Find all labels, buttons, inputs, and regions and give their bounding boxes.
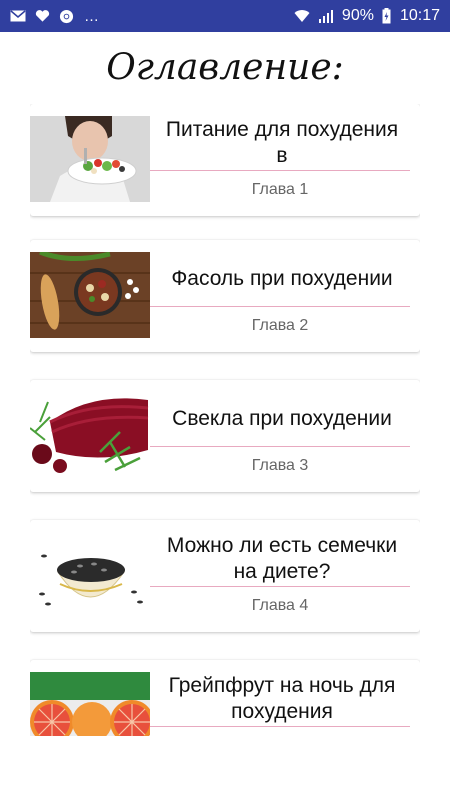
more-notifications: … [84, 7, 100, 25]
chapter-number: Глава 2 [251, 317, 309, 334]
chapter-card-5[interactable]: Грейпфрут на ночь для похудения [30, 660, 420, 736]
divider [150, 726, 410, 727]
chapter-card-body: Фасоль при похудении Глава 2 [150, 240, 420, 352]
bean-dish-image [30, 252, 150, 338]
chapter-card-4[interactable]: Можно ли есть семечки на диете? Глава 4 [30, 520, 420, 632]
woman-eating-salad-image [30, 116, 150, 202]
chapter-title: Питание для похудения в [165, 118, 399, 167]
divider [150, 446, 410, 447]
grapefruit-halves-image [30, 672, 150, 736]
chapter-card-body: Грейпфрут на ночь для похудения [150, 660, 420, 736]
battery-icon [382, 8, 392, 24]
chapter-title: Грейпфрут на ночь для похудения [168, 674, 396, 723]
chapter-number: Глава 3 [251, 457, 309, 474]
divider [150, 586, 410, 587]
chapter-card-body: Свекла при похудении Глава 3 [150, 380, 420, 492]
signal-icon [318, 8, 334, 24]
chapter-title: Можно ли есть семечки на диете? [166, 534, 398, 583]
battery-percent: 90% [341, 7, 374, 24]
sliced-beet-image [30, 392, 150, 478]
chapter-list[interactable]: Питание для похудения в Глава 1 Фасоль п… [30, 104, 420, 736]
divider [150, 170, 410, 171]
notification-icons: … [10, 8, 100, 25]
chapter-card-body: Можно ли есть семечки на диете? Глава 4 [150, 520, 420, 632]
wifi-icon [294, 8, 310, 24]
chrome-icon [58, 8, 74, 24]
chapter-card-body: Питание для похудения в Глава 1 [150, 104, 420, 216]
clock: 10:17 [399, 7, 440, 24]
status-bar: … 90% 10:17 [0, 0, 450, 32]
chapter-title: Свекла при похудении [172, 407, 392, 430]
sunflower-seeds-image [30, 532, 150, 618]
chapter-title: Фасоль при похудении [171, 267, 393, 290]
heart-icon [34, 8, 50, 24]
page-title: Оглавление: [106, 47, 344, 88]
chapter-card-1[interactable]: Питание для похудения в Глава 1 [30, 104, 420, 216]
chapter-number: Глава 4 [251, 597, 309, 614]
chapter-number: Глава 1 [251, 181, 309, 198]
divider [150, 306, 410, 307]
system-status: 90% 10:17 [294, 7, 440, 25]
chapter-card-2[interactable]: Фасоль при похудении Глава 2 [30, 240, 420, 352]
mail-icon [10, 8, 26, 24]
chapter-card-3[interactable]: Свекла при похудении Глава 3 [30, 380, 420, 492]
